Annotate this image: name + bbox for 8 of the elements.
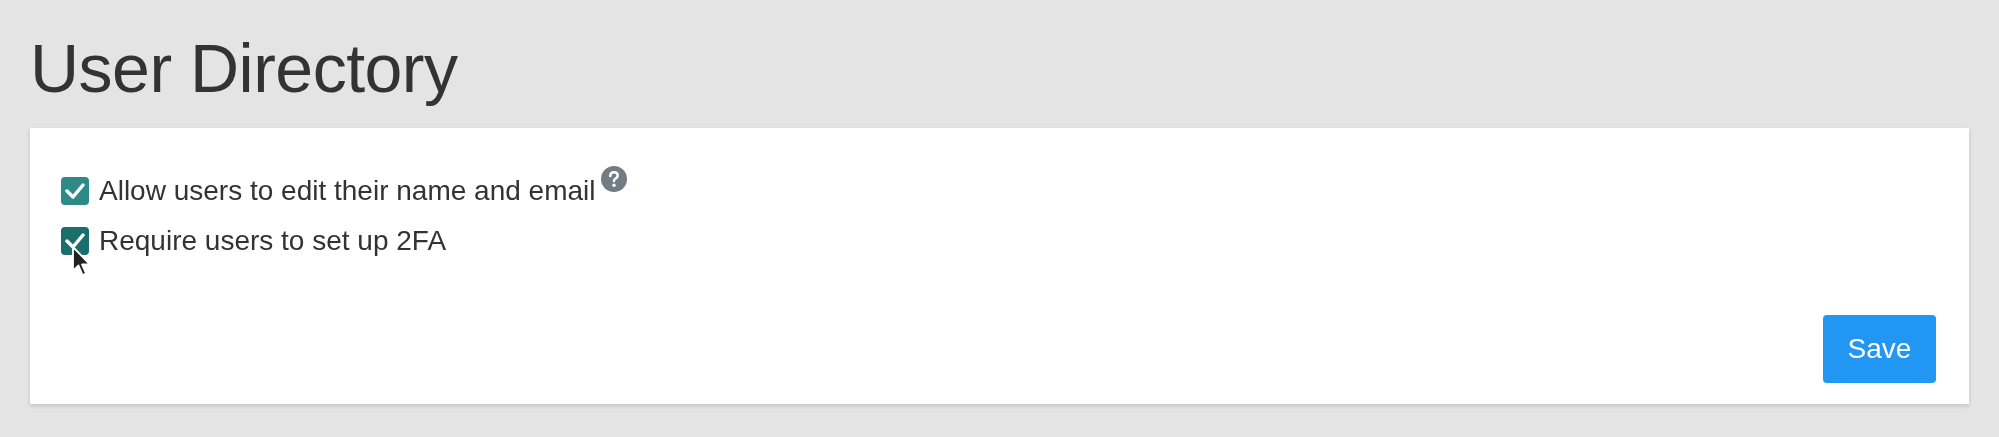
help-icon[interactable] [601,166,628,192]
page-title: User Directory [30,29,459,108]
checkbox[interactable] [61,177,89,205]
option-label: Allow users to edit their name and email [99,175,596,207]
check-icon [65,233,85,249]
option-label: Require users to set up 2FA [99,225,447,257]
check-icon [65,183,85,199]
save-button[interactable]: Save [1823,315,1936,383]
